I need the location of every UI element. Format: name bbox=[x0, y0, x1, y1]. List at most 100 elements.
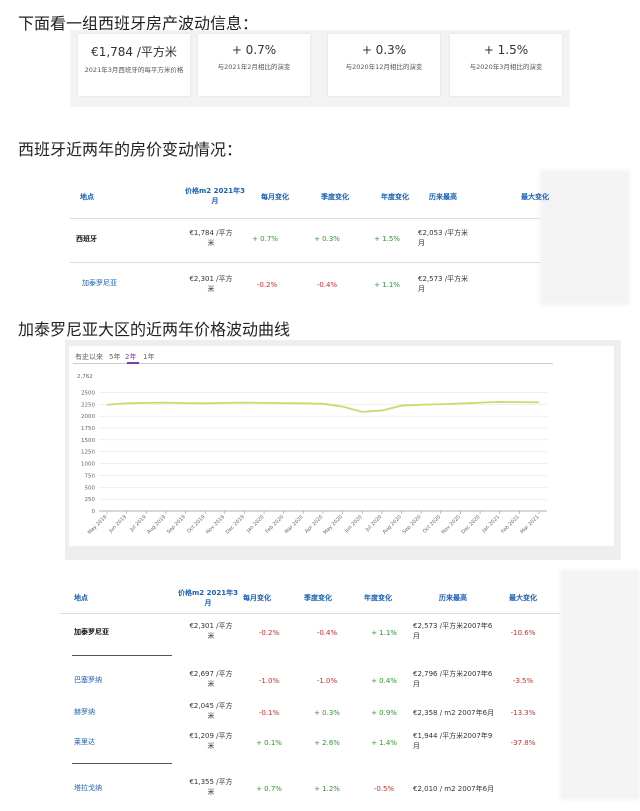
price-table-catalonia: 地点 价格m2 2021年3月 每月变化 季度变化 年度变化 历来最高 最大变化… bbox=[60, 570, 640, 811]
blur-overlay bbox=[540, 170, 630, 305]
line-chart: 2,762 0 250 500 750 1000 1250 1500 1750 2000 2250 2… bbox=[77, 374, 547, 536]
x-tick-label: Nov 2020 bbox=[441, 514, 462, 535]
row-max: €2,010 / m2 2007年6月 bbox=[413, 785, 495, 793]
y-tick-label: 1750 bbox=[81, 426, 95, 432]
stat-cards: €1,784 /平方米 2021年3月西班牙的每平方米价格 + 0.7% 与20… bbox=[70, 30, 570, 107]
price-chart-container: 有史以来 5年 2年 1年 2,762 0 250 500 750 1000 1250 150… bbox=[65, 340, 621, 560]
price-table-spain: 地点 价格m2 2021年3月 每月变化 季度变化 年度变化 历来最高 最大变化… bbox=[70, 170, 630, 310]
x-tick-label: Jun 2019 bbox=[107, 514, 128, 535]
col-header-price: 价格m2 2021年3月 bbox=[185, 187, 245, 205]
col-header-max: 历来最高 bbox=[439, 594, 467, 602]
row-month-change: + 0.7% bbox=[252, 235, 278, 243]
x-tick-label: Jul 2020 bbox=[364, 514, 383, 533]
row-location-link[interactable]: 塔拉戈纳 bbox=[74, 783, 102, 793]
row-underline bbox=[72, 763, 172, 764]
row-location: 西班牙 bbox=[76, 235, 97, 243]
stat-value: + 1.5% bbox=[483, 43, 529, 57]
col-header-max: 历来最高 bbox=[429, 193, 457, 201]
x-tick-label: Dec 2019 bbox=[225, 514, 246, 535]
x-tick-label: Aug 2020 bbox=[382, 514, 403, 535]
x-tick-label: Mar 2021 bbox=[519, 514, 540, 535]
row-quarter-change: -0.4% bbox=[316, 281, 338, 289]
blur-overlay bbox=[560, 570, 640, 800]
stat-desc: 与2021年2月相比的演变 bbox=[217, 63, 291, 71]
col-header-year: 年度变化 bbox=[381, 193, 409, 201]
x-tick-label: Sep 2020 bbox=[402, 514, 423, 535]
row-price: €2,301 /平方米 bbox=[189, 622, 233, 640]
x-tick-label: Jan 2020 bbox=[245, 514, 266, 535]
x-tick-label: Jul 2019 bbox=[128, 514, 147, 533]
x-tick-label: Dec 2020 bbox=[460, 514, 481, 535]
row-max: €2,573 /平方米2007年6月 bbox=[413, 622, 493, 640]
row-month-change: + 0.1% bbox=[256, 739, 282, 747]
x-tick-label: Sep 2019 bbox=[166, 514, 187, 535]
row-year-change: + 1.1% bbox=[374, 281, 400, 289]
y-tick-label: 0 bbox=[92, 509, 96, 515]
section-heading-catalonia-chart: 加泰罗尼亚大区的近两年价格波动曲线 bbox=[18, 320, 291, 339]
row-price: €1,209 /平方米 bbox=[189, 732, 233, 750]
section-heading-two-years: 西班牙近两年的房价变动情况： bbox=[18, 140, 243, 159]
row-quarter-change: + 1.2% bbox=[314, 785, 340, 793]
stat-value: €1,784 /平方米 bbox=[91, 45, 177, 59]
stat-card: + 0.7% 与2021年2月相比的演变 bbox=[198, 34, 310, 96]
row-max: €1,944 /平方米2007年9月 bbox=[413, 732, 493, 750]
series-line bbox=[106, 401, 540, 413]
x-tick-label: Mar 2020 bbox=[284, 514, 305, 535]
x-tick-label: Feb 2020 bbox=[265, 514, 286, 535]
row-price: €2,697 /平方米 bbox=[189, 670, 233, 688]
row-max: €2,796 /平方米2007年6月 bbox=[413, 670, 493, 688]
col-header-quarter: 季度变化 bbox=[321, 193, 349, 201]
row-month-change: -0.2% bbox=[256, 281, 278, 289]
divider bbox=[60, 613, 560, 614]
x-tick-label: Oct 2020 bbox=[422, 514, 442, 534]
y-tick-label: 2000 bbox=[81, 414, 95, 420]
x-tick-label: May 2019 bbox=[87, 514, 109, 536]
chart-panel: 有史以来 5年 2年 1年 2,762 0 250 500 750 1000 1250 150… bbox=[69, 346, 614, 546]
stat-desc: 与2020年3月相比的演变 bbox=[469, 63, 543, 71]
stat-value: + 0.7% bbox=[231, 43, 277, 57]
row-year-change: + 1.5% bbox=[374, 235, 400, 243]
row-year-change: + 0.4% bbox=[371, 677, 397, 685]
row-quarter-change: -1.0% bbox=[316, 677, 338, 685]
row-month-change: -0.2% bbox=[258, 629, 280, 637]
row-quarter-change: + 2.6% bbox=[314, 739, 340, 747]
stat-card: + 0.3% 与2020年12月相比的演变 bbox=[328, 34, 440, 96]
y-tick-label: 750 bbox=[85, 473, 96, 479]
row-location-link[interactable]: 巴塞罗纳 bbox=[74, 675, 102, 685]
y-tick-label: 1500 bbox=[81, 438, 95, 444]
x-tick-label: Jun 2020 bbox=[343, 514, 364, 535]
x-tick-label: Nov 2019 bbox=[205, 514, 226, 535]
divider bbox=[70, 218, 540, 219]
divider bbox=[70, 262, 540, 263]
row-max: €2,053 /平方米 月 bbox=[418, 229, 469, 247]
y-tick-label: 500 bbox=[85, 485, 96, 491]
col-header-maxchg: 最大变化 bbox=[521, 193, 549, 201]
stat-card: €1,784 /平方米 2021年3月西班牙的每平方米价格 bbox=[78, 34, 190, 96]
col-header-location: 地点 bbox=[74, 594, 88, 602]
y-tick-label: 2500 bbox=[81, 390, 95, 396]
row-location-link[interactable]: 赫罗纳 bbox=[74, 707, 95, 717]
y-max-label: 2,762 bbox=[77, 374, 93, 380]
stat-card: + 1.5% 与2020年3月相比的演变 bbox=[450, 34, 562, 96]
row-location-link[interactable]: 加泰罗尼亚 bbox=[82, 278, 117, 288]
col-header-year: 年度变化 bbox=[364, 594, 392, 602]
col-header-month: 每月变化 bbox=[261, 193, 289, 201]
row-price: €1,355 /平方米 bbox=[189, 778, 233, 796]
y-tick-label: 250 bbox=[85, 497, 96, 503]
row-quarter-change: + 0.3% bbox=[314, 709, 340, 717]
row-max-change: -37.8% bbox=[510, 739, 536, 747]
stat-value: + 0.3% bbox=[361, 43, 407, 57]
x-tick-label: Oct 2019 bbox=[186, 514, 206, 534]
row-month-change: + 0.7% bbox=[256, 785, 282, 793]
x-tick-label: Feb 2021 bbox=[500, 514, 521, 535]
col-header-price: 价格m2 2021年3月 bbox=[178, 589, 238, 607]
row-quarter-change: + 0.3% bbox=[314, 235, 340, 243]
stat-desc: 与2020年12月相比的演变 bbox=[345, 63, 423, 71]
col-header-month: 每月变化 bbox=[243, 594, 271, 602]
row-price: €2,301 /平方米 bbox=[189, 275, 233, 293]
row-max-change: -13.3% bbox=[510, 709, 536, 717]
col-header-location: 地点 bbox=[80, 193, 94, 201]
x-tick-label: Jan 2021 bbox=[481, 514, 502, 535]
row-location-link[interactable]: 莱里达 bbox=[74, 737, 95, 747]
row-quarter-change: -0.4% bbox=[316, 629, 338, 637]
